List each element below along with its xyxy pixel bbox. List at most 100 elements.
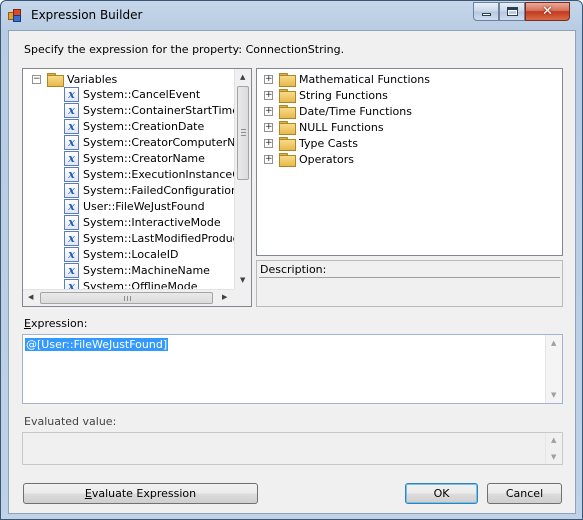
variable-label: System::InteractiveMode xyxy=(83,215,221,229)
scroll-down-icon[interactable]: ▼ xyxy=(551,392,556,399)
scroll-thumb[interactable] xyxy=(237,86,249,180)
description-divider xyxy=(259,277,560,278)
variable-item[interactable]: x System::CancelEvent xyxy=(64,86,200,102)
functions-tree[interactable]: + Mathematical Functions + String Functions… xyxy=(256,68,563,256)
variable-item[interactable]: x System::CreatorName xyxy=(64,150,205,166)
window-title: Expression Builder xyxy=(31,8,143,22)
variable-item[interactable]: x System::FailedConfigurations xyxy=(64,182,234,198)
cancel-button[interactable]: Cancel xyxy=(487,483,562,504)
close-icon: ✕ xyxy=(542,4,553,19)
variable-item[interactable]: x System::CreatorComputerName xyxy=(64,134,234,150)
expression-text[interactable]: @[User::FileWeJustFound] xyxy=(25,338,169,351)
prompt-text: Specify the expression for the property:… xyxy=(24,43,345,56)
expand-icon[interactable]: + xyxy=(264,122,273,132)
variable-item[interactable]: x System::MachineName xyxy=(64,262,210,278)
expand-icon[interactable]: + xyxy=(264,90,273,100)
folder-icon xyxy=(279,73,296,87)
function-category[interactable]: + Type Casts xyxy=(264,135,358,151)
expand-icon[interactable]: + xyxy=(264,106,273,116)
variable-item[interactable]: x System::LastModifiedProductVe xyxy=(64,230,234,246)
expression-input[interactable]: @[User::FileWeJustFound] ▲ ▼ xyxy=(22,334,563,404)
variable-icon: x xyxy=(64,86,79,102)
function-category-label: Mathematical Functions xyxy=(299,72,430,86)
scroll-down-icon[interactable]: ▼ xyxy=(551,454,556,461)
variable-icon: x xyxy=(64,118,79,134)
variable-label: System::ContainerStartTime xyxy=(83,103,234,117)
variables-tree[interactable]: − Variables x System::CancelEvent x System:… xyxy=(22,68,252,307)
variable-icon: x xyxy=(64,198,79,214)
minimize-button[interactable] xyxy=(473,2,499,21)
function-category-label: Operators xyxy=(299,152,354,166)
variable-icon: x xyxy=(64,278,79,289)
folder-icon xyxy=(279,105,296,119)
ok-button[interactable]: OK xyxy=(405,483,478,504)
scroll-thumb-horizontal[interactable] xyxy=(40,292,213,304)
scroll-left-icon[interactable]: ◀ xyxy=(28,294,33,301)
scroll-down-icon[interactable]: ▼ xyxy=(240,277,245,284)
scroll-up-icon[interactable]: ▲ xyxy=(240,74,245,81)
scroll-up-icon[interactable]: ▲ xyxy=(551,340,556,347)
title-bar[interactable]: Expression Builder ✕ xyxy=(1,1,582,30)
function-category[interactable]: + Mathematical Functions xyxy=(264,71,430,87)
variable-icon: x xyxy=(64,134,79,150)
evaluated-value-label: Evaluated value: xyxy=(24,415,117,428)
variable-label: System::MachineName xyxy=(83,263,210,277)
variable-label: System::CreatorComputerName xyxy=(83,135,234,149)
scroll-up-icon[interactable]: ▲ xyxy=(551,437,556,444)
function-category[interactable]: + String Functions xyxy=(264,87,388,103)
variable-label: User::FileWeJustFound xyxy=(83,199,205,213)
variable-icon: x xyxy=(64,166,79,182)
function-category[interactable]: + Operators xyxy=(264,151,354,167)
variable-label: System::LocaleID xyxy=(83,247,179,261)
variable-item[interactable]: x User::FileWeJustFound xyxy=(64,198,205,214)
variable-icon: x xyxy=(64,214,79,230)
variable-label: System::LastModifiedProductVe xyxy=(83,231,234,245)
variable-icon: x xyxy=(64,262,79,278)
variables-horizontal-scrollbar[interactable]: ◀ ▶ xyxy=(23,289,234,306)
evaluated-scrollbar[interactable]: ▲ ▼ xyxy=(545,433,562,464)
function-category-label: String Functions xyxy=(299,88,388,102)
minimize-icon xyxy=(481,13,491,16)
variable-label: System::ExecutionInstanceGUI xyxy=(83,167,234,181)
expand-icon[interactable]: + xyxy=(264,74,273,84)
expand-icon[interactable]: + xyxy=(264,138,273,148)
maximize-button[interactable] xyxy=(499,2,525,21)
folder-icon xyxy=(279,153,296,167)
evaluated-value-field: ▲ ▼ xyxy=(22,432,563,465)
variable-item[interactable]: x System::CreationDate xyxy=(64,118,204,134)
variable-item[interactable]: x System::ExecutionInstanceGUI xyxy=(64,166,234,182)
variable-item[interactable]: x System::ContainerStartTime xyxy=(64,102,234,118)
variable-label: System::CancelEvent xyxy=(83,87,201,101)
folder-icon xyxy=(279,137,296,151)
expand-icon[interactable]: + xyxy=(264,154,273,164)
variable-icon: x xyxy=(64,182,79,198)
scroll-corner xyxy=(234,289,251,306)
expression-label: Expression: xyxy=(24,317,88,330)
variable-icon: x xyxy=(64,102,79,118)
app-icon xyxy=(8,9,22,23)
folder-icon xyxy=(279,121,296,135)
variable-label: System::FailedConfigurations xyxy=(83,183,234,197)
close-button[interactable]: ✕ xyxy=(525,2,570,21)
variable-label: System::OfflineMode xyxy=(83,279,198,290)
variable-label: System::CreatorName xyxy=(83,151,205,165)
dialog-body: Specify the expression for the property:… xyxy=(8,30,576,514)
variables-list: x System::CancelEvent x System::ContainerSt… xyxy=(23,69,234,289)
expression-builder-window: Expression Builder ✕ Specify the express… xyxy=(0,0,583,520)
scroll-right-icon[interactable]: ▶ xyxy=(222,294,227,301)
variable-item[interactable]: x System::OfflineMode xyxy=(64,278,198,289)
function-category[interactable]: + NULL Functions xyxy=(264,119,384,135)
variable-item[interactable]: x System::InteractiveMode xyxy=(64,214,221,230)
variable-item[interactable]: x System::LocaleID xyxy=(64,246,178,262)
variable-icon: x xyxy=(64,246,79,262)
function-category-label: Date/Time Functions xyxy=(299,104,412,118)
function-category[interactable]: + Date/Time Functions xyxy=(264,103,412,119)
variable-icon: x xyxy=(64,230,79,246)
function-category-label: NULL Functions xyxy=(299,120,384,134)
expression-scrollbar[interactable]: ▲ ▼ xyxy=(545,335,562,403)
description-panel: Description: xyxy=(256,260,563,307)
description-label: Description: xyxy=(260,263,327,276)
function-category-label: Type Casts xyxy=(299,136,358,150)
evaluate-expression-button[interactable]: Evaluate Expression xyxy=(23,483,258,504)
variables-vertical-scrollbar[interactable]: ▲ ▼ xyxy=(234,69,251,289)
